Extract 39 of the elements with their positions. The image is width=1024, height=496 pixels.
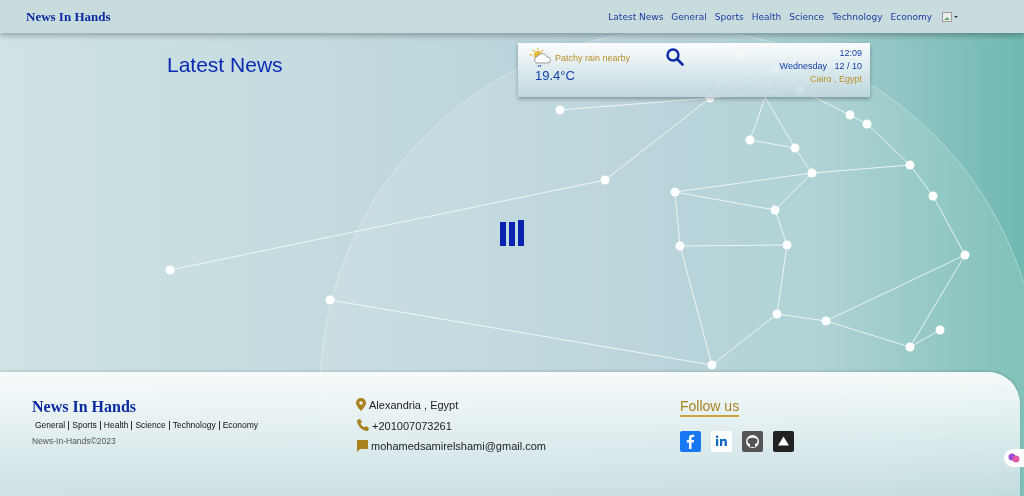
copyright-text: News-In-Hands©2023	[32, 436, 117, 446]
weather-condition: Patchy rain nearby	[555, 53, 631, 63]
map-pin-icon	[356, 398, 366, 411]
page-heading: Latest News	[167, 53, 284, 78]
nav-link[interactable]: Sports	[714, 11, 744, 22]
triangle-logo-icon[interactable]	[773, 431, 794, 452]
nav-link[interactable]: Economy	[890, 11, 932, 22]
nav-link[interactable]: Science	[789, 11, 825, 22]
footer-link[interactable]: Economy	[222, 420, 259, 430]
loading-bars-icon	[500, 220, 524, 248]
floating-assistant-button[interactable]	[1004, 449, 1024, 467]
broken-image-dropdown-icon[interactable]	[942, 11, 958, 22]
facebook-icon[interactable]	[680, 431, 701, 452]
overlapping-circles-icon	[1008, 452, 1020, 464]
nav-link[interactable]: General	[671, 11, 707, 22]
message-icon	[356, 440, 368, 452]
github-icon[interactable]	[742, 431, 763, 452]
footer-brand: News In Hands	[32, 398, 138, 416]
contact-text: +201007073261	[372, 419, 452, 432]
nav-link[interactable]: Technology	[832, 11, 883, 22]
phone-icon	[356, 419, 369, 432]
nav-link[interactable]: Latest News	[608, 11, 664, 22]
weekday-date: Wednesday 12 / 10	[779, 61, 862, 71]
temperature: 19.4°C	[535, 68, 576, 83]
footer-link[interactable]: General	[35, 420, 66, 430]
follow-heading: Follow us	[680, 398, 740, 417]
partly-cloudy-rain-icon	[530, 48, 552, 68]
footer-link[interactable]: Science	[135, 420, 166, 430]
search-button[interactable]	[665, 48, 684, 68]
contact-text: Alexandria , Egypt	[369, 398, 459, 411]
linkedin-icon[interactable]	[711, 431, 732, 452]
nav-link[interactable]: Health	[751, 11, 782, 22]
footer-link[interactable]: Sports	[72, 420, 97, 430]
footer-link[interactable]: Technology	[172, 420, 216, 430]
contact-text: mohamedsamirelshami@gmail.com	[371, 440, 546, 452]
brand-link[interactable]: News In Hands	[26, 8, 111, 25]
footer-link[interactable]: Health	[103, 420, 129, 430]
location-text: Cairo , Egypt	[809, 74, 862, 84]
clock-time: 12:09	[839, 48, 862, 58]
